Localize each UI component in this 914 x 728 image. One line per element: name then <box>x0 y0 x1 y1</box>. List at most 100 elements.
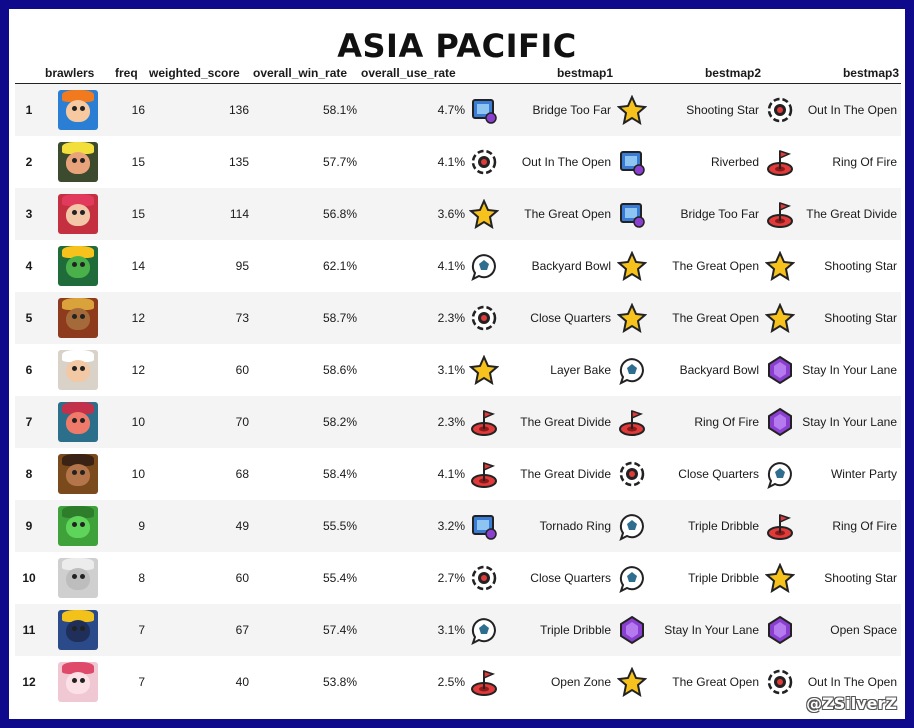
bestmap3-cell: Stay In Your Lane <box>763 343 901 396</box>
table-row: 8 10 68 58.4% 4.1% The Great Divide Close Quar… <box>15 447 901 500</box>
table-row: 6 12 60 58.6% 3.1% Layer Bake Backyard Bowl Sta… <box>15 343 901 396</box>
col-bestmap3-header: bestmap3 <box>763 63 901 84</box>
brawler-portrait-icon <box>58 661 98 702</box>
bestmap1-cell: The Great Divide <box>467 395 615 448</box>
bestmap3-cell: Ring Of Fire <box>763 499 901 552</box>
brawler-portrait-icon <box>58 505 98 546</box>
skull-target-icon <box>469 147 499 177</box>
win-rate-cell: 55.5% <box>251 499 359 552</box>
map-name: Bridge Too Far <box>532 102 612 117</box>
rank-cell: 10 <box>15 551 43 604</box>
freq-cell: 7 <box>113 655 147 708</box>
map-name: Shooting Star <box>686 102 759 117</box>
ball-icon <box>617 355 647 385</box>
weighted-score-cell: 60 <box>147 343 251 396</box>
skull-target-icon <box>765 95 795 125</box>
bestmap2-cell: Shooting Star <box>615 83 763 136</box>
bestmap1-cell: Out In The Open <box>467 135 615 188</box>
bestmap3-cell: Shooting Star <box>763 239 901 292</box>
ball-icon <box>469 251 499 281</box>
star-icon <box>616 250 648 281</box>
gem-icon <box>617 615 647 645</box>
brawler-portrait-icon <box>58 453 98 494</box>
target-icon <box>617 407 647 437</box>
use-rate-cell: 4.1% <box>359 239 467 292</box>
target-icon <box>469 459 499 489</box>
win-rate-cell: 57.7% <box>251 135 359 188</box>
freq-cell: 15 <box>113 187 147 240</box>
use-rate-cell: 4.7% <box>359 83 467 136</box>
weighted-score-cell: 68 <box>147 447 251 500</box>
freq-cell: 10 <box>113 447 147 500</box>
safe-icon <box>469 511 499 541</box>
rank-cell: 11 <box>15 603 43 656</box>
map-name: The Great Divide <box>520 414 611 429</box>
rank-cell: 6 <box>15 343 43 396</box>
brawler-portrait-icon <box>58 401 98 442</box>
freq-cell: 12 <box>113 291 147 344</box>
win-rate-cell: 58.1% <box>251 83 359 136</box>
map-name: Bridge Too Far <box>680 206 760 221</box>
safe-icon <box>617 147 647 177</box>
use-rate-cell: 2.3% <box>359 395 467 448</box>
bestmap2-cell: The Great Open <box>615 655 763 708</box>
gem-icon <box>765 615 795 645</box>
use-rate-cell: 3.6% <box>359 187 467 240</box>
col-weighted-score-header: weighted_score <box>147 63 251 84</box>
rank-cell: 1 <box>15 83 43 136</box>
map-name: Ring Of Fire <box>832 518 897 533</box>
ranking-table: brawlers freq weighted_score overall_win… <box>15 63 901 708</box>
weighted-score-cell: 114 <box>147 187 251 240</box>
weighted-score-cell: 67 <box>147 603 251 656</box>
watermark: @ZSilverZ <box>806 694 897 713</box>
skull-target-icon <box>469 303 499 333</box>
bestmap1-cell: The Great Divide <box>467 447 615 500</box>
gem-icon <box>765 355 795 385</box>
table-row: 11 7 67 57.4% 3.1% Triple Dribble Stay In Your… <box>15 603 901 656</box>
target-icon <box>765 511 795 541</box>
bestmap1-cell: Close Quarters <box>467 291 615 344</box>
map-name: Winter Party <box>830 466 897 481</box>
map-name: Ring Of Fire <box>832 154 897 169</box>
rank-cell: 12 <box>15 655 43 708</box>
map-name: The Great Open <box>672 310 759 325</box>
map-name: The Great Open <box>672 674 759 689</box>
table-header-row: brawlers freq weighted_score overall_win… <box>15 63 901 84</box>
star-icon <box>468 354 500 385</box>
bestmap1-cell: Open Zone <box>467 655 615 708</box>
map-name: Backyard Bowl <box>531 258 611 273</box>
bestmap1-cell: Tornado Ring <box>467 499 615 552</box>
map-name: Shooting Star <box>824 258 897 273</box>
table-row: 7 10 70 58.2% 2.3% The Great Divide Ring Of Fi… <box>15 395 901 448</box>
table-row: 1 16 136 58.1% 4.7% Bridge Too Far Shooting St… <box>15 83 901 136</box>
map-name: Out In The Open <box>521 154 611 169</box>
freq-cell: 12 <box>113 343 147 396</box>
col-bestmap1-header: bestmap1 <box>467 63 615 84</box>
brawler-cell <box>43 499 113 552</box>
col-win-rate-header: overall_win_rate <box>251 63 359 84</box>
star-icon <box>764 562 796 593</box>
star-icon <box>764 302 796 333</box>
bestmap1-cell: The Great Open <box>467 187 615 240</box>
skull-target-icon <box>469 563 499 593</box>
brawler-portrait-icon <box>58 297 98 338</box>
map-name: The Great Divide <box>806 206 897 221</box>
weighted-score-cell: 135 <box>147 135 251 188</box>
use-rate-cell: 3.2% <box>359 499 467 552</box>
safe-icon <box>469 95 499 125</box>
map-name: Stay In Your Lane <box>802 414 897 429</box>
map-name: The Great Divide <box>520 466 611 481</box>
target-icon <box>469 667 499 697</box>
skull-target-icon <box>617 459 647 489</box>
rank-cell: 4 <box>15 239 43 292</box>
ball-icon <box>617 563 647 593</box>
brawler-cell <box>43 291 113 344</box>
freq-cell: 10 <box>113 395 147 448</box>
target-icon <box>765 147 795 177</box>
rank-cell: 7 <box>15 395 43 448</box>
win-rate-cell: 58.6% <box>251 343 359 396</box>
map-name: Open Space <box>830 622 897 637</box>
use-rate-cell: 2.3% <box>359 291 467 344</box>
map-name: Open Zone <box>550 674 611 689</box>
win-rate-cell: 53.8% <box>251 655 359 708</box>
